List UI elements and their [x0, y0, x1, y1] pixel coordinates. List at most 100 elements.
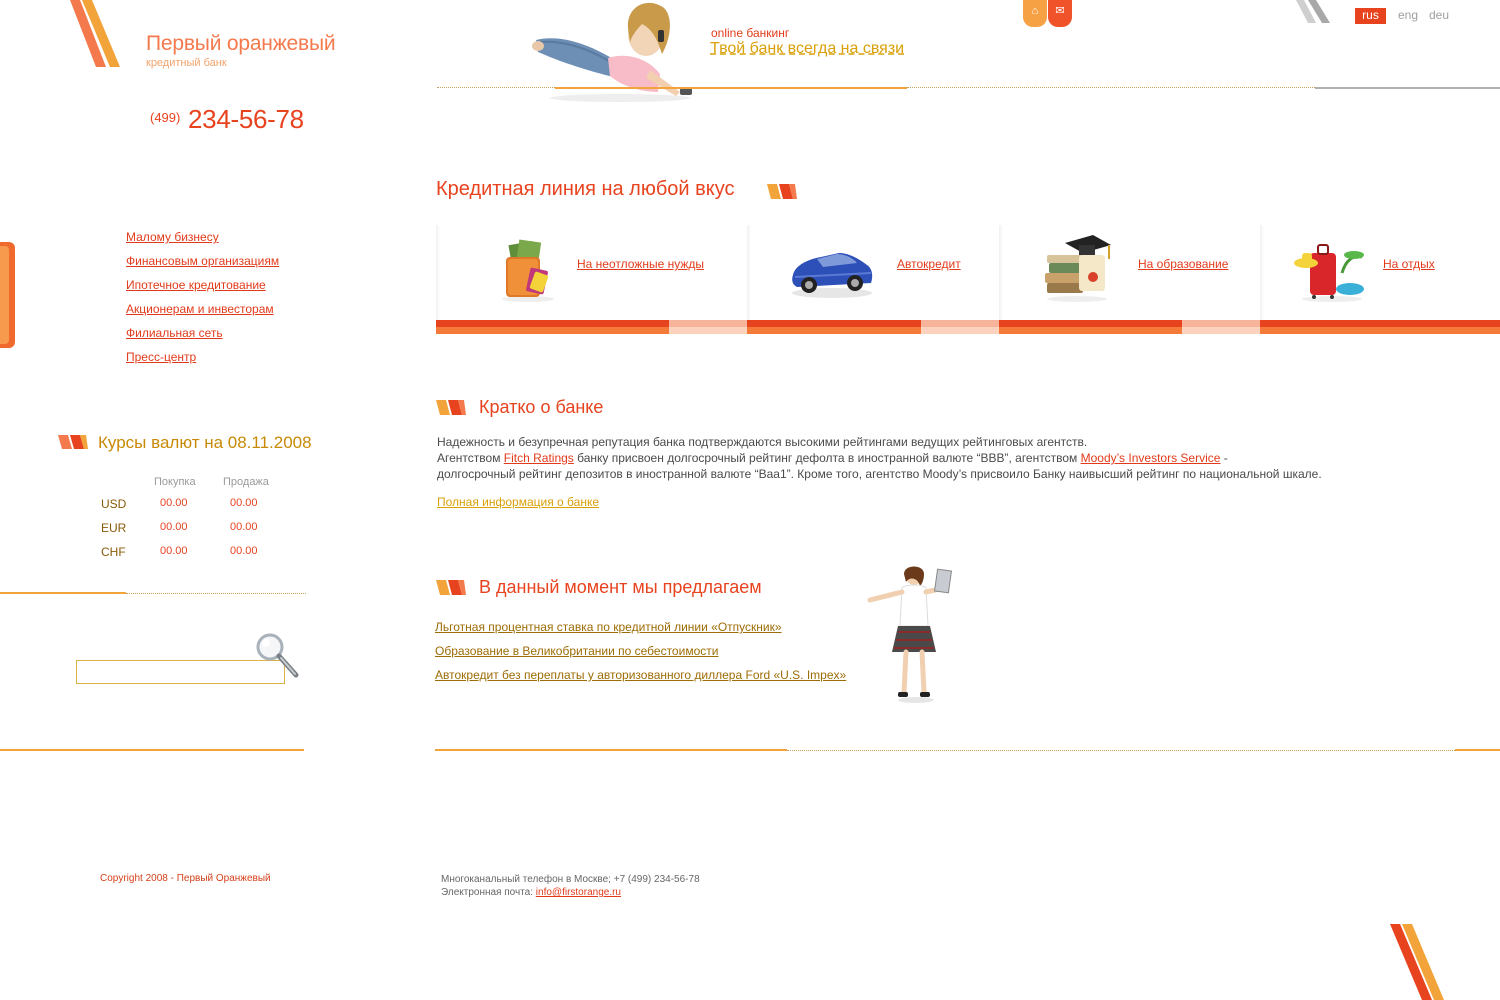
- rates-row: CHF 00.00 00.00: [101, 545, 301, 569]
- rates-buy-value: 00.00: [160, 497, 188, 509]
- divider: [437, 87, 555, 88]
- left-nav: Малому бизнесу Финансовым организациям И…: [126, 230, 279, 374]
- magnifier-icon[interactable]: [250, 629, 302, 681]
- phone-number: 234-56-78: [188, 104, 304, 134]
- card-bar: [999, 320, 1182, 334]
- offer-item[interactable]: Автокредит без переплаты у авторизованно…: [435, 668, 846, 682]
- offer-item[interactable]: Образование в Великобритании по себестои…: [435, 644, 718, 658]
- card-bar: [669, 320, 747, 334]
- fitch-ratings-link[interactable]: Fitch Ratings: [504, 451, 574, 465]
- about-line-2: Агентством Fitch Ratings банку присвоен …: [437, 450, 1437, 466]
- nav-item-small-business[interactable]: Малому бизнесу: [126, 230, 219, 244]
- footer-email-link[interactable]: info@firstorange.ru: [536, 887, 621, 898]
- credit-card-urgent[interactable]: На неотложные нужды: [436, 225, 747, 321]
- rates-sell-value: 00.00: [230, 497, 258, 509]
- rates-currency: EUR: [101, 521, 127, 535]
- online-banking-slogan[interactable]: Твой банк всегда на связи: [710, 40, 904, 58]
- divider: [1315, 87, 1500, 89]
- offers-list: Льготная процентная ставка по кредитной …: [435, 620, 846, 692]
- divider: [0, 749, 304, 751]
- rates-currency: CHF: [101, 545, 126, 559]
- rates-row: EUR 00.00 00.00: [101, 521, 301, 545]
- about-more-link[interactable]: Полная информация о банке: [437, 495, 599, 509]
- section-stripes-icon: [436, 580, 466, 595]
- brand-name[interactable]: Первый оранжевый: [146, 32, 336, 56]
- lang-deu[interactable]: deu: [1429, 8, 1449, 22]
- section-stripes-icon: [58, 435, 88, 449]
- rates-row: USD 00.00 00.00: [101, 497, 301, 521]
- credit-section-title: Кредитная линия на любой вкус: [436, 178, 735, 200]
- nav-item-investors[interactable]: Акционерам и инвесторам: [126, 302, 274, 316]
- divider: [435, 749, 787, 751]
- lang-rus[interactable]: rus: [1355, 8, 1386, 24]
- corner-stripes-icon: [1390, 924, 1444, 1000]
- divider: [126, 593, 306, 594]
- rates-sell-header: Продажа: [223, 476, 269, 488]
- moodys-link[interactable]: Moody’s Investors Service: [1081, 451, 1221, 465]
- card-label[interactable]: Автокредит: [897, 257, 961, 271]
- home-button[interactable]: ⌂: [1023, 0, 1047, 27]
- footer-email-label: Электронная почта:: [441, 887, 536, 898]
- about-text-part: Агентством: [437, 451, 504, 465]
- nav-item-mortgage[interactable]: Ипотечное кредитование: [126, 278, 266, 292]
- logo-stripes-icon: [70, 0, 120, 67]
- about-text-part: банку присвоен долгосрочный рейтинг дефо…: [573, 451, 1081, 465]
- brand-subtitle: кредитный банк: [146, 57, 227, 69]
- card-label[interactable]: На отдых: [1383, 257, 1435, 271]
- online-banking-label[interactable]: online банкинг: [711, 26, 789, 40]
- credit-card-vacation[interactable]: На отдых: [1260, 225, 1500, 321]
- wallet-icon: [502, 239, 554, 302]
- card-shadow: [436, 225, 440, 321]
- lang-eng[interactable]: eng: [1398, 8, 1418, 22]
- footer-phone-line: Многоканальный телефон в Москве; +7 (499…: [441, 874, 700, 885]
- about-line-3: долгосрочный рейтинг депозитов в иностра…: [437, 467, 1322, 481]
- divider: [1455, 749, 1500, 751]
- mail-icon: ✉: [1055, 5, 1065, 17]
- side-tab[interactable]: [0, 242, 15, 348]
- girl-laptop-image: [867, 566, 953, 703]
- offer-item[interactable]: Льготная процентная ставка по кредитной …: [435, 620, 782, 634]
- divider: [0, 592, 126, 594]
- phone-code: (499): [150, 110, 181, 125]
- card-bar: [1182, 320, 1260, 334]
- card-shadow: [1260, 225, 1264, 321]
- divider: [787, 750, 1455, 751]
- footer-contacts: Многоканальный телефон в Москве; +7 (499…: [441, 873, 700, 899]
- rates-sell-value: 00.00: [230, 545, 258, 557]
- about-line-1: Надежность и безупречная репутация банка…: [437, 435, 1088, 449]
- home-icon: ⌂: [1031, 5, 1039, 17]
- divider: [907, 87, 1315, 88]
- card-bar: [747, 320, 921, 334]
- card-shadow: [999, 225, 1003, 321]
- rates-currency: USD: [101, 497, 127, 511]
- rates-sell-value: 00.00: [230, 521, 258, 533]
- about-text-part: -: [1220, 451, 1228, 465]
- divider: [555, 87, 907, 89]
- credit-card-education[interactable]: На образование: [999, 225, 1260, 321]
- nav-item-branches[interactable]: Филиальная сеть: [126, 326, 223, 340]
- card-bar: [921, 320, 999, 334]
- offers-section-title: В данный момент мы предлагаем: [479, 577, 762, 597]
- footer-email-line: Электронная почта: info@firstorange.ru: [441, 886, 700, 899]
- nav-item-press[interactable]: Пресс-центр: [126, 350, 196, 364]
- card-bar: [1260, 320, 1500, 334]
- rates-buy-value: 00.00: [160, 545, 188, 557]
- card-label[interactable]: На образование: [1138, 257, 1228, 271]
- about-section-title: Кратко о банке: [479, 397, 604, 417]
- section-stripes-icon: [767, 184, 797, 199]
- section-stripes-icon: [436, 400, 466, 415]
- card-label[interactable]: На неотложные нужды: [577, 257, 704, 271]
- nav-item-financial-orgs[interactable]: Финансовым организациям: [126, 254, 279, 268]
- card-bar: [436, 320, 669, 334]
- suitcase-icon: [1294, 244, 1364, 302]
- header-stripes-icon: [1296, 0, 1330, 23]
- rates-buy-value: 00.00: [160, 521, 188, 533]
- mail-button[interactable]: ✉: [1048, 0, 1072, 27]
- rates-title: Курсы валют на 08.11.2008: [98, 433, 312, 452]
- copyright: Copyright 2008 - Первый Оранжевый: [100, 873, 271, 884]
- car-icon: [792, 253, 873, 298]
- credit-card-auto[interactable]: Автокредит: [747, 225, 999, 321]
- graduation-icon: [1045, 235, 1111, 302]
- rates-buy-header: Покупка: [154, 476, 196, 488]
- about-text: Надежность и безупречная репутация банка…: [437, 434, 1437, 482]
